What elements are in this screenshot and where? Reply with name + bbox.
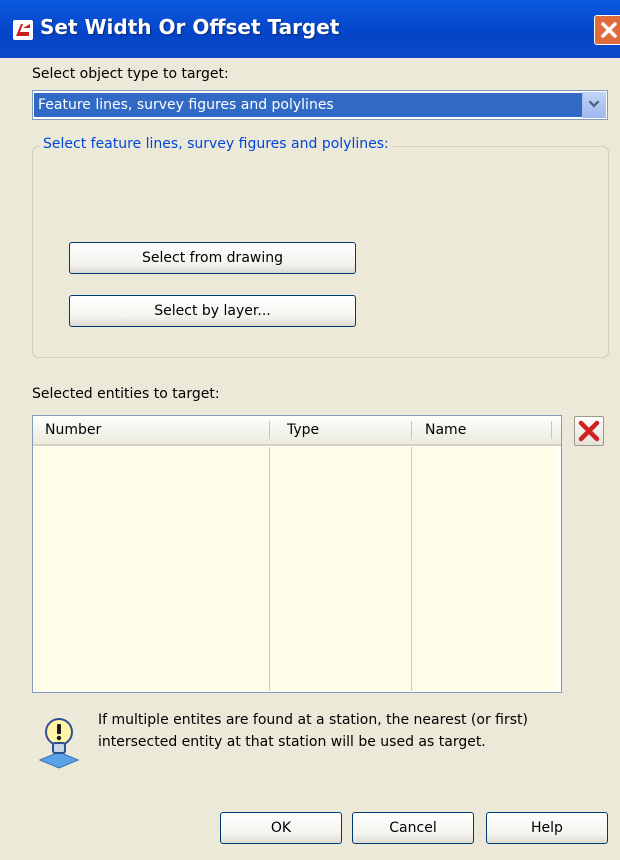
title-bar[interactable]: Set Width Or Offset Target xyxy=(0,0,620,58)
dropdown-arrow-button[interactable] xyxy=(582,92,606,118)
ok-button[interactable]: OK xyxy=(220,812,342,844)
delete-x-icon xyxy=(578,420,600,442)
cancel-label: Cancel xyxy=(389,820,437,836)
column-header-name[interactable]: Name xyxy=(425,422,466,438)
column-header-number[interactable]: Number xyxy=(45,422,101,438)
select-from-drawing-button[interactable]: Select from drawing xyxy=(69,242,356,274)
column-divider[interactable] xyxy=(269,421,270,439)
cancel-button[interactable]: Cancel xyxy=(352,812,474,844)
selection-group-legend: Select feature lines, survey figures and… xyxy=(40,136,392,152)
object-type-dropdown[interactable]: Feature lines, survey figures and polyli… xyxy=(32,90,608,120)
info-message: If multiple entites are found at a stati… xyxy=(98,712,528,750)
table-header: Number Type Name xyxy=(33,416,561,446)
column-divider[interactable] xyxy=(411,421,412,439)
object-type-label: Select object type to target: xyxy=(32,66,229,82)
table-body[interactable] xyxy=(34,447,557,691)
column-divider[interactable] xyxy=(551,421,552,439)
object-type-selected[interactable]: Feature lines, survey figures and polyli… xyxy=(34,93,583,117)
select-by-layer-label: Select by layer... xyxy=(154,303,271,319)
close-icon xyxy=(601,22,617,38)
help-label: Help xyxy=(531,820,563,836)
column-gridline xyxy=(269,447,270,691)
select-by-layer-button[interactable]: Select by layer... xyxy=(69,295,356,327)
entities-table[interactable]: Number Type Name xyxy=(32,415,562,693)
close-button[interactable] xyxy=(594,15,620,45)
remove-entity-button[interactable] xyxy=(574,416,604,446)
help-button[interactable]: Help xyxy=(486,812,608,844)
select-from-drawing-label: Select from drawing xyxy=(142,250,283,266)
civil-app-icon xyxy=(13,20,33,40)
window-title: Set Width Or Offset Target xyxy=(40,15,340,39)
entities-label: Selected entities to target: xyxy=(32,386,220,402)
ok-label: OK xyxy=(270,820,292,836)
column-header-type[interactable]: Type xyxy=(287,422,319,438)
chevron-down-icon xyxy=(588,100,600,108)
column-gridline xyxy=(411,447,412,691)
lightbulb-icon xyxy=(38,718,80,769)
